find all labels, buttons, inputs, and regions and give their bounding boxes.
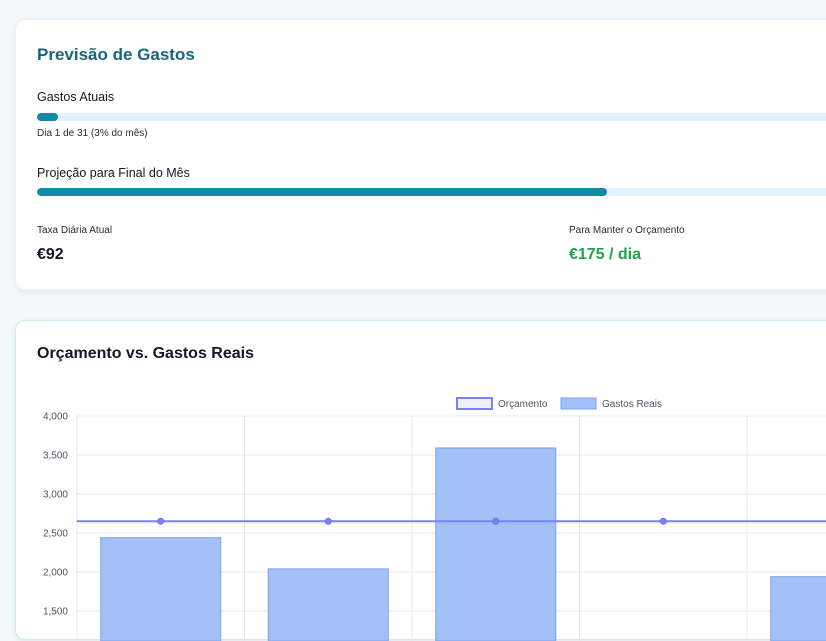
y-tick-label: 4,000 [43, 412, 68, 423]
day-note: Dia 1 de 31 (3% do mês) [37, 128, 148, 139]
bar-gastos-reais [770, 576, 826, 641]
bar-gastos-reais [267, 568, 389, 641]
legend-label-orcamento: Orçamento [498, 399, 548, 410]
bar-gastos-reais [435, 447, 557, 641]
forecast-title: Previsão de Gastos [37, 45, 195, 64]
legend-label-gastos-reais: Gastos Reais [602, 399, 662, 410]
budget-point [324, 517, 332, 525]
daily-rate-label: Taxa Diária Atual [37, 225, 113, 236]
keep-budget-value: €175 / dia [569, 246, 642, 263]
bar-gastos-reais [100, 537, 222, 641]
y-tick-label: 2,000 [43, 568, 68, 579]
legend-swatch-orcamento [456, 397, 493, 410]
current-spending-fill [37, 113, 58, 121]
y-tick-label: 1,500 [43, 607, 68, 618]
y-tick-label: 3,500 [43, 451, 68, 462]
current-spending-bar [37, 113, 826, 121]
projection-bar [37, 188, 826, 196]
budget-point [157, 517, 165, 525]
daily-rate-value: €92 [37, 246, 64, 263]
budget-vs-actual-chart: 1,500 2,000 2,500 3,000 3,500 4,000 Orçamento G… [43, 397, 826, 641]
budget-point [492, 517, 500, 525]
forecast-card: Previsão de Gastos Gastos Atuais Dia 1 d… [15, 19, 826, 290]
chart-card: Orçamento vs. Gastos Reais 1,500 2,000 2,5… [15, 320, 826, 641]
current-spending-label: Gastos Atuais [37, 90, 115, 104]
projection-fill [37, 188, 607, 196]
y-tick-label: 2,500 [43, 529, 68, 540]
projection-label: Projeção para Final do Mês [37, 166, 190, 180]
keep-budget-label: Para Manter o Orçamento [569, 225, 685, 236]
budget-point [659, 517, 667, 525]
y-tick-label: 3,000 [43, 490, 68, 501]
legend-swatch-gastos-reais [560, 397, 597, 410]
